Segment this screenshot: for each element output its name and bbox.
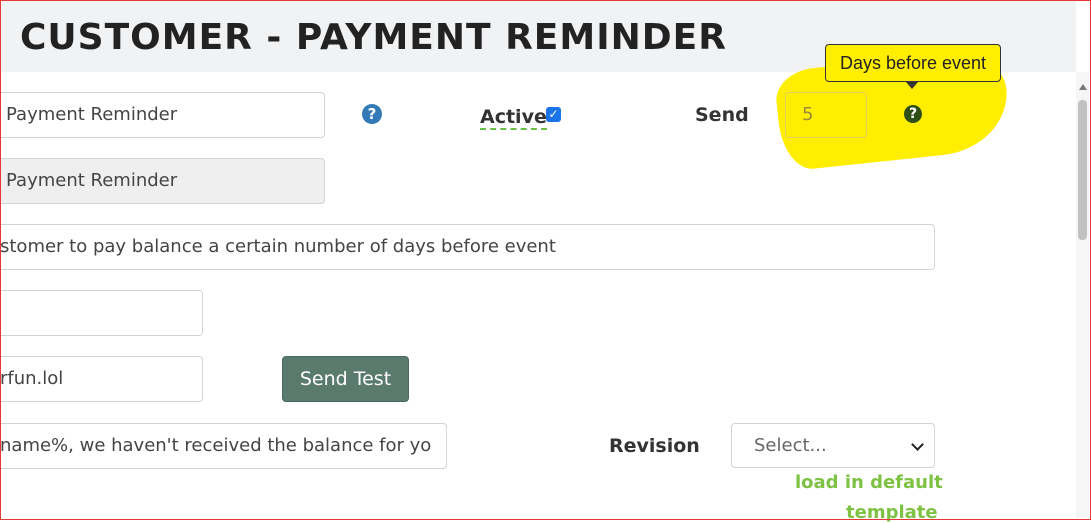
revision-select[interactable]: Select... (731, 423, 935, 468)
scrollbar[interactable] (1076, 72, 1089, 518)
help-glyph: ? (367, 105, 377, 123)
active-label: Active (480, 106, 547, 130)
send-days-value: 5 (802, 104, 814, 125)
description-value: stomer to pay balance a certain number o… (0, 236, 556, 257)
revision-label: Revision (609, 435, 700, 457)
display-name-value: Payment Reminder (6, 170, 178, 191)
email-input[interactable]: rfun.lol (0, 356, 203, 402)
tooltip: Days before event (825, 44, 1001, 82)
scroll-thumb[interactable] (1078, 100, 1087, 240)
scroll-up-icon[interactable] (1079, 84, 1087, 90)
field-input[interactable] (0, 290, 203, 336)
display-name-input[interactable]: Payment Reminder (0, 158, 325, 204)
help-glyph: ? (908, 106, 918, 122)
email-value: rfun.lol (0, 368, 64, 389)
page-title: CUSTOMER - PAYMENT REMINDER (20, 17, 727, 58)
tooltip-arrow (906, 82, 918, 89)
message-input[interactable]: name%, we haven't received the balance f… (0, 423, 447, 469)
question-circle-icon[interactable]: ? (362, 104, 382, 124)
chevron-down-icon (911, 438, 924, 451)
name-input-value: Payment Reminder (6, 104, 178, 125)
active-checkbox[interactable]: ✓ (546, 107, 561, 122)
name-input[interactable]: Payment Reminder (0, 92, 325, 138)
revision-select-value: Select... (754, 435, 827, 456)
send-label: Send (695, 104, 749, 126)
description-input[interactable]: stomer to pay balance a certain number o… (0, 224, 935, 270)
send-test-button[interactable]: Send Test (282, 356, 409, 402)
message-value: name%, we haven't received the balance f… (0, 435, 432, 456)
send-days-input[interactable]: 5 (785, 92, 867, 138)
question-circle-icon[interactable]: ? (904, 105, 922, 123)
load-default-link[interactable]: load in default (795, 472, 943, 493)
